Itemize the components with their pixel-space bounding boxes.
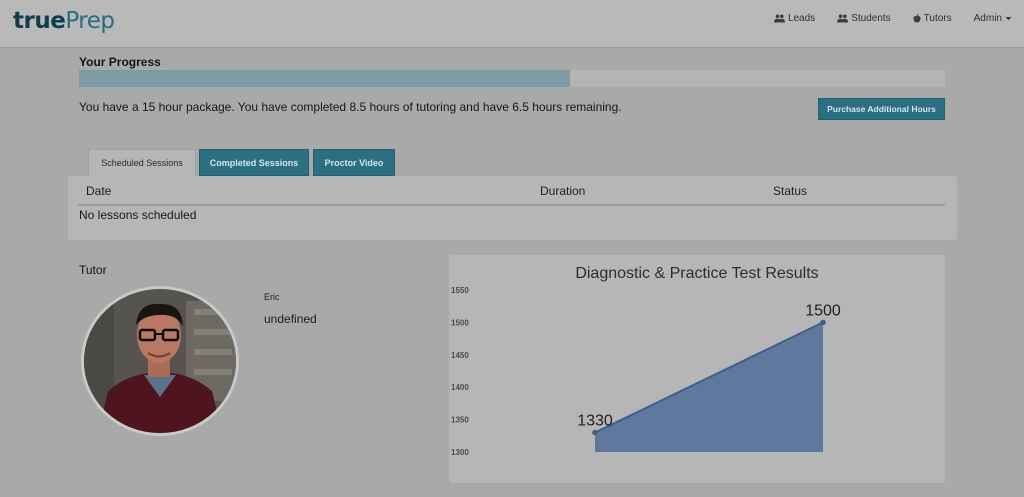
nav-leads[interactable]: Leads — [773, 13, 816, 24]
brand-part-2: Prep — [65, 8, 115, 34]
test-results-chart: Diagnostic & Practice Test Results 1550 1… — [449, 255, 945, 483]
sessions-table: Date Duration Status No lessons schedule… — [68, 176, 957, 240]
data-point[interactable] — [592, 429, 598, 436]
users-icon — [773, 14, 785, 23]
y-tick-label: 1550 — [451, 286, 469, 295]
column-header-duration: Duration — [540, 184, 586, 198]
purchase-hours-button[interactable]: Purchase Additional Hours — [818, 98, 945, 120]
caret-down-icon — [1005, 16, 1012, 21]
chart-title: Diagnostic & Practice Test Results — [575, 265, 818, 282]
column-header-date: Date — [86, 184, 112, 198]
y-tick-label: 1350 — [451, 416, 469, 425]
nav-tutors-label: Tutors — [923, 13, 952, 24]
nav-admin-label: Admin — [973, 13, 1002, 24]
nav-admin-dropdown[interactable]: Admin — [974, 13, 1012, 24]
nav-menu: Leads Students Tutors Admin — [773, 13, 1012, 24]
users-icon — [837, 14, 849, 23]
area-fill — [595, 322, 823, 452]
nav-tutors[interactable]: Tutors — [913, 13, 952, 24]
progress-title: Your Progress — [79, 55, 161, 69]
y-tick-label: 1300 — [451, 448, 469, 457]
column-header-status: Status — [773, 184, 808, 198]
brand-part-1: true — [13, 8, 66, 34]
navbar: truePrep Leads Students Tutors Admin — [0, 0, 1024, 48]
tutor-avatar — [81, 286, 239, 436]
progress-message: You have a 15 hour package. You have com… — [79, 100, 622, 114]
chart-canvas: Diagnostic & Practice Test Results 1550 1… — [451, 265, 841, 457]
y-tick-label: 1400 — [451, 383, 469, 392]
brand-logo[interactable]: truePrep — [13, 8, 115, 34]
apple-icon — [913, 14, 921, 23]
table-header-divider — [78, 204, 945, 206]
data-label: 1330 — [577, 413, 613, 430]
y-tick-label: 1450 — [451, 351, 469, 360]
tab-completed-sessions[interactable]: Completed Sessions — [199, 149, 309, 176]
nav-students-label: Students — [851, 13, 891, 24]
empty-sessions-message: No lessons scheduled — [79, 208, 197, 222]
nav-leads-label: Leads — [787, 13, 816, 24]
tutor-section-title: Tutor — [79, 263, 107, 277]
tab-scheduled-sessions[interactable]: Scheduled Sessions — [88, 149, 196, 176]
nav-students[interactable]: Students — [837, 13, 891, 24]
tab-proctor-video[interactable]: Proctor Video — [313, 149, 395, 176]
tutor-detail: undefined — [264, 312, 317, 326]
tutor-name: Eric — [264, 292, 280, 302]
progress-bar-fill — [79, 70, 571, 87]
data-point[interactable] — [820, 319, 826, 326]
progress-bar — [79, 70, 945, 87]
data-label: 1500 — [805, 302, 841, 319]
y-tick-label: 1500 — [451, 318, 469, 327]
